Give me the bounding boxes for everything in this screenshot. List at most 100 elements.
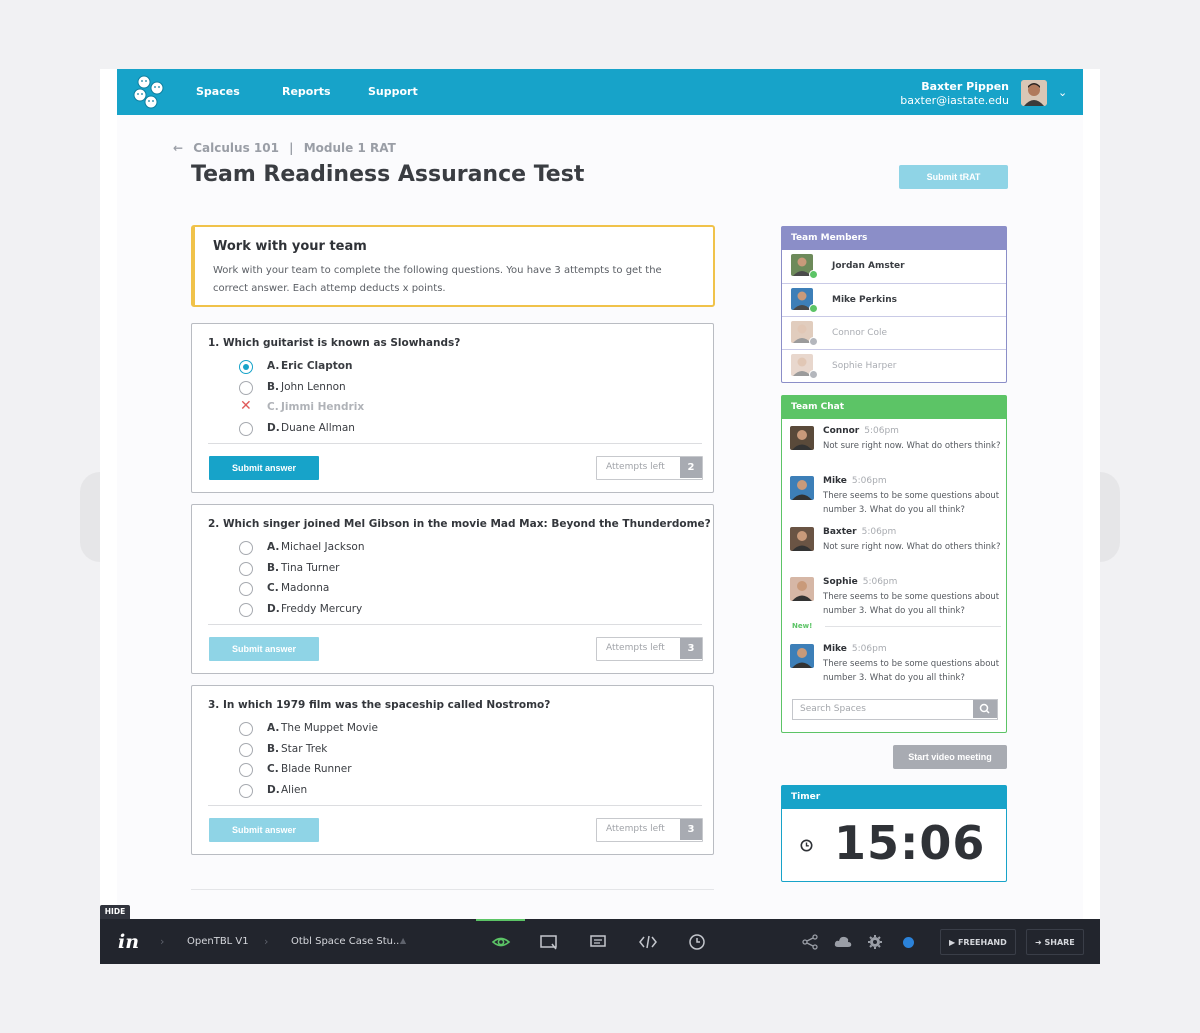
notice-title: Work with your team: [213, 239, 367, 254]
eye-icon[interactable]: [491, 932, 511, 952]
chevron-right-icon: ›: [160, 935, 165, 948]
message-time: 5:06pm: [861, 527, 897, 537]
share-label: SHARE: [1044, 937, 1075, 947]
breadcrumb-course[interactable]: Calculus 101: [193, 141, 279, 155]
sender-line: Mike 5:06pm: [823, 476, 887, 486]
user-menu-chevron-down-icon[interactable]: ⌄: [1058, 86, 1067, 99]
question-card: 2. Which singer joined Mel Gibson in the…: [191, 504, 714, 674]
invision-logo[interactable]: in: [118, 931, 139, 953]
question-card: 1. Which guitarist is known as Slowhands…: [191, 323, 714, 493]
search-input[interactable]: [793, 700, 971, 718]
page-title: Team Readiness Assurance Test: [191, 162, 585, 187]
share-button[interactable]: ➜ SHARE: [1026, 929, 1084, 955]
back-arrow-icon[interactable]: ←: [173, 141, 183, 155]
question-title: 2. Which singer joined Mel Gibson in the…: [208, 518, 711, 530]
radio-button[interactable]: [239, 603, 253, 617]
radio-button[interactable]: [239, 360, 253, 374]
freehand-icon: ▶: [949, 937, 956, 947]
nav-reports[interactable]: Reports: [282, 85, 331, 98]
comment-icon[interactable]: [588, 932, 608, 952]
logo-icon[interactable]: [131, 74, 169, 110]
radio-button[interactable]: [239, 381, 253, 395]
search-button[interactable]: [973, 700, 997, 718]
team-chat-panel: Team Chat Connor 5:06pm Not sure right no…: [781, 395, 1007, 733]
history-icon[interactable]: [687, 932, 707, 952]
radio-button[interactable]: [239, 541, 253, 555]
presence-status-dot: [809, 337, 818, 346]
radio-button[interactable]: [239, 722, 253, 736]
chat-search: [792, 699, 998, 720]
submit-trat-button[interactable]: Submit tRAT: [899, 165, 1008, 189]
answer-option[interactable]: B. Star Trek: [239, 742, 639, 758]
team-member[interactable]: Sophie Harper: [782, 349, 1006, 382]
team-chat-title: Team Chat: [782, 396, 1006, 419]
hide-toolbar-tab[interactable]: HIDE: [100, 905, 130, 919]
option-text: Blade Runner: [281, 763, 352, 775]
answer-option[interactable]: C. Madonna: [239, 581, 639, 597]
settings-icon[interactable]: [865, 932, 885, 952]
user-avatar[interactable]: [1021, 80, 1047, 106]
answer-option[interactable]: B. John Lennon: [239, 380, 639, 396]
message-time: 5:06pm: [862, 577, 898, 587]
nav-spaces[interactable]: Spaces: [196, 85, 240, 98]
option-text: Star Trek: [281, 743, 328, 755]
radio-button[interactable]: [239, 743, 253, 757]
sender-avatar: [790, 476, 814, 500]
team-members-title: Team Members: [782, 227, 1006, 250]
code-icon[interactable]: [638, 932, 658, 952]
answer-option[interactable]: A. Eric Clapton: [239, 359, 639, 375]
content-divider: [191, 889, 714, 890]
message-text: Not sure right now. What do others think…: [823, 441, 1001, 451]
team-notice: Work with your team Work with your team …: [191, 225, 715, 307]
divider: [208, 624, 702, 625]
message-text: There seems to be some questions about n…: [823, 491, 1000, 515]
member-name: Mike Perkins: [832, 295, 897, 305]
radio-button[interactable]: [239, 422, 253, 436]
team-member[interactable]: Connor Cole: [782, 316, 1006, 349]
submit-answer-button[interactable]: Submit answer: [209, 637, 319, 661]
option-letter: C.: [267, 763, 279, 775]
option-letter: A.: [267, 541, 280, 553]
answer-option[interactable]: C. Blade Runner: [239, 762, 639, 778]
freehand-button[interactable]: ▶ FREEHAND: [940, 929, 1016, 955]
team-member[interactable]: Mike Perkins: [782, 283, 1006, 316]
answer-option[interactable]: D. Duane Allman: [239, 421, 639, 437]
team-member[interactable]: Jordan Amster: [782, 250, 1006, 283]
answer-option[interactable]: A. Michael Jackson: [239, 540, 639, 556]
answer-option[interactable]: A. The Muppet Movie: [239, 721, 639, 737]
sender-line: Connor 5:06pm: [823, 426, 899, 436]
message-time: 5:06pm: [864, 426, 899, 436]
answer-option[interactable]: B. Tina Turner: [239, 561, 639, 577]
option-text: The Muppet Movie: [281, 722, 378, 734]
project-name[interactable]: OpenTBL V1: [187, 936, 249, 947]
option-letter: A.: [267, 360, 280, 372]
answer-option[interactable]: D. Alien: [239, 783, 639, 799]
answer-option[interactable]: ✕ C. Jimmi Hendrix: [239, 398, 639, 416]
caret-up-icon[interactable]: ▲: [400, 936, 406, 945]
radio-button[interactable]: [239, 763, 253, 777]
prototype-toolbar: in › OpenTBL V1 › Otbl Space Case Stu...…: [100, 919, 1100, 964]
option-text: Jimmi Hendrix: [281, 401, 365, 413]
answer-option[interactable]: D. Freddy Mercury: [239, 602, 639, 618]
submit-answer-button[interactable]: Submit answer: [209, 818, 319, 842]
start-video-meeting-button[interactable]: Start video meeting: [893, 745, 1007, 769]
radio-button[interactable]: [239, 562, 253, 576]
radio-button[interactable]: [239, 784, 253, 798]
sender-name: Connor: [823, 426, 860, 436]
notice-body: Work with your team to complete the foll…: [213, 265, 662, 294]
share-nodes-icon[interactable]: [800, 932, 820, 952]
comment-mode-icon[interactable]: [539, 932, 559, 952]
cloud-icon[interactable]: [833, 932, 853, 952]
sender-line: Mike 5:06pm: [823, 644, 887, 654]
message-text: Not sure right now. What do others think…: [823, 542, 1001, 552]
sender-name: Sophie: [823, 577, 858, 587]
nav-support[interactable]: Support: [368, 85, 418, 98]
submit-answer-button[interactable]: Submit answer: [209, 456, 319, 480]
radio-button[interactable]: [239, 582, 253, 596]
presence-status-dot: [809, 304, 818, 313]
screen-name[interactable]: Otbl Space Case Stu...: [291, 936, 403, 947]
question-title: 3. In which 1979 film was the spaceship …: [208, 699, 551, 711]
breadcrumb: ← Calculus 101 | Module 1 RAT: [173, 141, 402, 155]
sender-avatar: [790, 644, 814, 668]
breadcrumb-module[interactable]: Module 1 RAT: [304, 141, 396, 155]
